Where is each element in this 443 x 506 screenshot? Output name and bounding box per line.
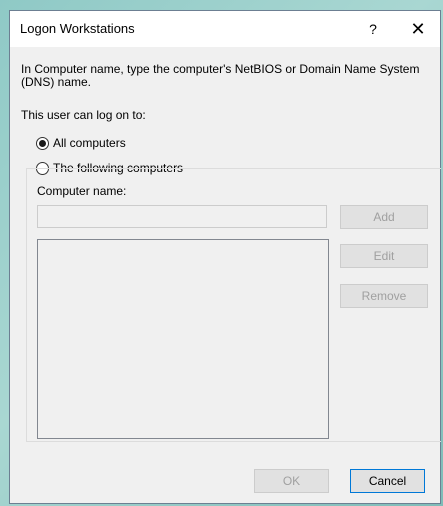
computer-list[interactable] — [37, 239, 329, 439]
remove-button[interactable]: Remove — [340, 284, 428, 308]
computer-name-label: Computer name: — [37, 184, 127, 198]
cancel-button[interactable]: Cancel — [350, 469, 425, 493]
all-computers-label: All computers — [53, 136, 126, 150]
logon-prompt: This user can log on to: — [21, 108, 146, 122]
computer-name-input[interactable] — [37, 205, 327, 228]
close-button[interactable]: ✕ — [400, 15, 436, 43]
all-computers-radio[interactable] — [36, 136, 49, 150]
help-button[interactable]: ? — [360, 17, 386, 41]
ok-button[interactable]: OK — [254, 469, 329, 493]
add-button[interactable]: Add — [340, 205, 428, 229]
dialog-title: Logon Workstations — [20, 21, 135, 36]
all-computers-option[interactable]: All computers — [36, 136, 126, 150]
title-bar: Logon Workstations ? ✕ — [10, 11, 440, 47]
instructions-text: In Computer name, type the computer's Ne… — [21, 62, 420, 89]
edit-button[interactable]: Edit — [340, 244, 428, 268]
